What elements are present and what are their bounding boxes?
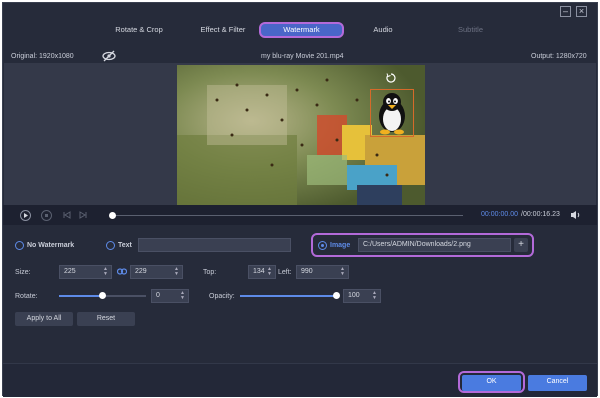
left-label: Left: — [278, 269, 292, 276]
opacity-label: Opacity: — [209, 293, 235, 300]
timeline-track[interactable] — [111, 215, 463, 216]
dialog-footer: OK Cancel — [3, 363, 597, 397]
rotate-icon[interactable] — [386, 73, 396, 83]
opacity-stepper[interactable]: 100 ▲ ▼ — [343, 289, 381, 303]
prev-icon[interactable] — [63, 211, 71, 221]
tab-rotate-crop[interactable]: Rotate & Crop — [99, 22, 179, 38]
minimize-icon[interactable]: – — [560, 6, 571, 17]
no-watermark-radio[interactable] — [15, 241, 24, 250]
output-resolution: Output: 1280x720 — [531, 53, 587, 60]
stepper-arrows-icon[interactable]: ▲ ▼ — [371, 291, 378, 301]
playback-bar: 00:00:00.00 /00:00:16.23 — [3, 205, 597, 225]
opacity-slider-knob[interactable] — [333, 292, 340, 299]
stepper-arrows-icon[interactable]: ▲ ▼ — [102, 267, 109, 277]
height-stepper[interactable]: 229 ▲ ▼ — [130, 265, 183, 279]
image-label: Image — [330, 242, 351, 249]
stop-icon[interactable] — [41, 210, 52, 221]
tab-subtitle: Subtitle — [457, 25, 484, 34]
tab-audio[interactable]: Audio — [358, 22, 408, 38]
add-image-button[interactable]: + — [514, 238, 528, 252]
penguin-watermark-image — [379, 93, 405, 135]
close-icon[interactable]: × — [576, 6, 587, 17]
tab-watermark[interactable]: Watermark — [259, 22, 344, 38]
stepper-arrows-icon[interactable]: ▲ ▼ — [339, 267, 346, 277]
next-icon[interactable] — [79, 211, 87, 221]
play-icon[interactable] — [20, 210, 31, 221]
tab-effect-filter[interactable]: Effect & Filter — [183, 22, 263, 38]
current-time: 00:00:00.00 — [481, 211, 518, 218]
file-name: my blu-ray Movie 201.mp4 — [261, 53, 344, 60]
top-stepper[interactable]: 134 ▲ ▼ — [248, 265, 276, 279]
top-label: Top: — [203, 269, 217, 276]
stepper-arrows-icon[interactable]: ▲ ▼ — [173, 267, 180, 277]
ok-button[interactable]: OK — [462, 375, 521, 391]
cancel-button[interactable]: Cancel — [528, 375, 587, 391]
timeline-playhead[interactable] — [109, 212, 116, 219]
eye-off-icon[interactable] — [101, 50, 117, 62]
width-stepper[interactable]: 225 ▲ ▼ — [59, 265, 112, 279]
size-label: Size: — [15, 269, 31, 276]
video-frame — [177, 65, 425, 205]
volume-icon[interactable] — [570, 210, 581, 222]
left-stepper[interactable]: 990 ▲ ▼ — [296, 265, 349, 279]
link-icon[interactable] — [116, 267, 128, 278]
rotate-label: Rotate: — [15, 293, 38, 300]
reset-button[interactable]: Reset — [77, 312, 135, 326]
text-label: Text — [118, 242, 132, 249]
text-radio[interactable] — [106, 241, 115, 250]
image-path-input[interactable]: C:/Users/ADMIN/Downloads/2.png — [358, 238, 511, 252]
rotate-stepper[interactable]: 0 ▲ ▼ — [151, 289, 189, 303]
watermark-selection-box[interactable] — [370, 89, 414, 137]
tab-bar: Rotate & Crop Effect & Filter Watermark … — [3, 17, 597, 41]
text-watermark-input[interactable] — [138, 238, 291, 252]
opacity-slider[interactable] — [240, 295, 339, 297]
original-resolution: Original: 1920x1080 — [11, 53, 74, 60]
rotate-slider-knob[interactable] — [99, 292, 106, 299]
no-watermark-label: No Watermark — [27, 242, 75, 249]
preview-area — [4, 63, 596, 205]
video-editor-window: – × Rotate & Crop Effect & Filter Waterm… — [2, 2, 598, 397]
total-time: /00:00:16.23 — [521, 211, 560, 218]
stepper-arrows-icon[interactable]: ▲ ▼ — [179, 291, 186, 301]
image-radio[interactable] — [318, 241, 327, 250]
apply-to-all-button[interactable]: Apply to All — [15, 312, 73, 326]
stepper-arrows-icon[interactable]: ▲ ▼ — [266, 267, 273, 277]
